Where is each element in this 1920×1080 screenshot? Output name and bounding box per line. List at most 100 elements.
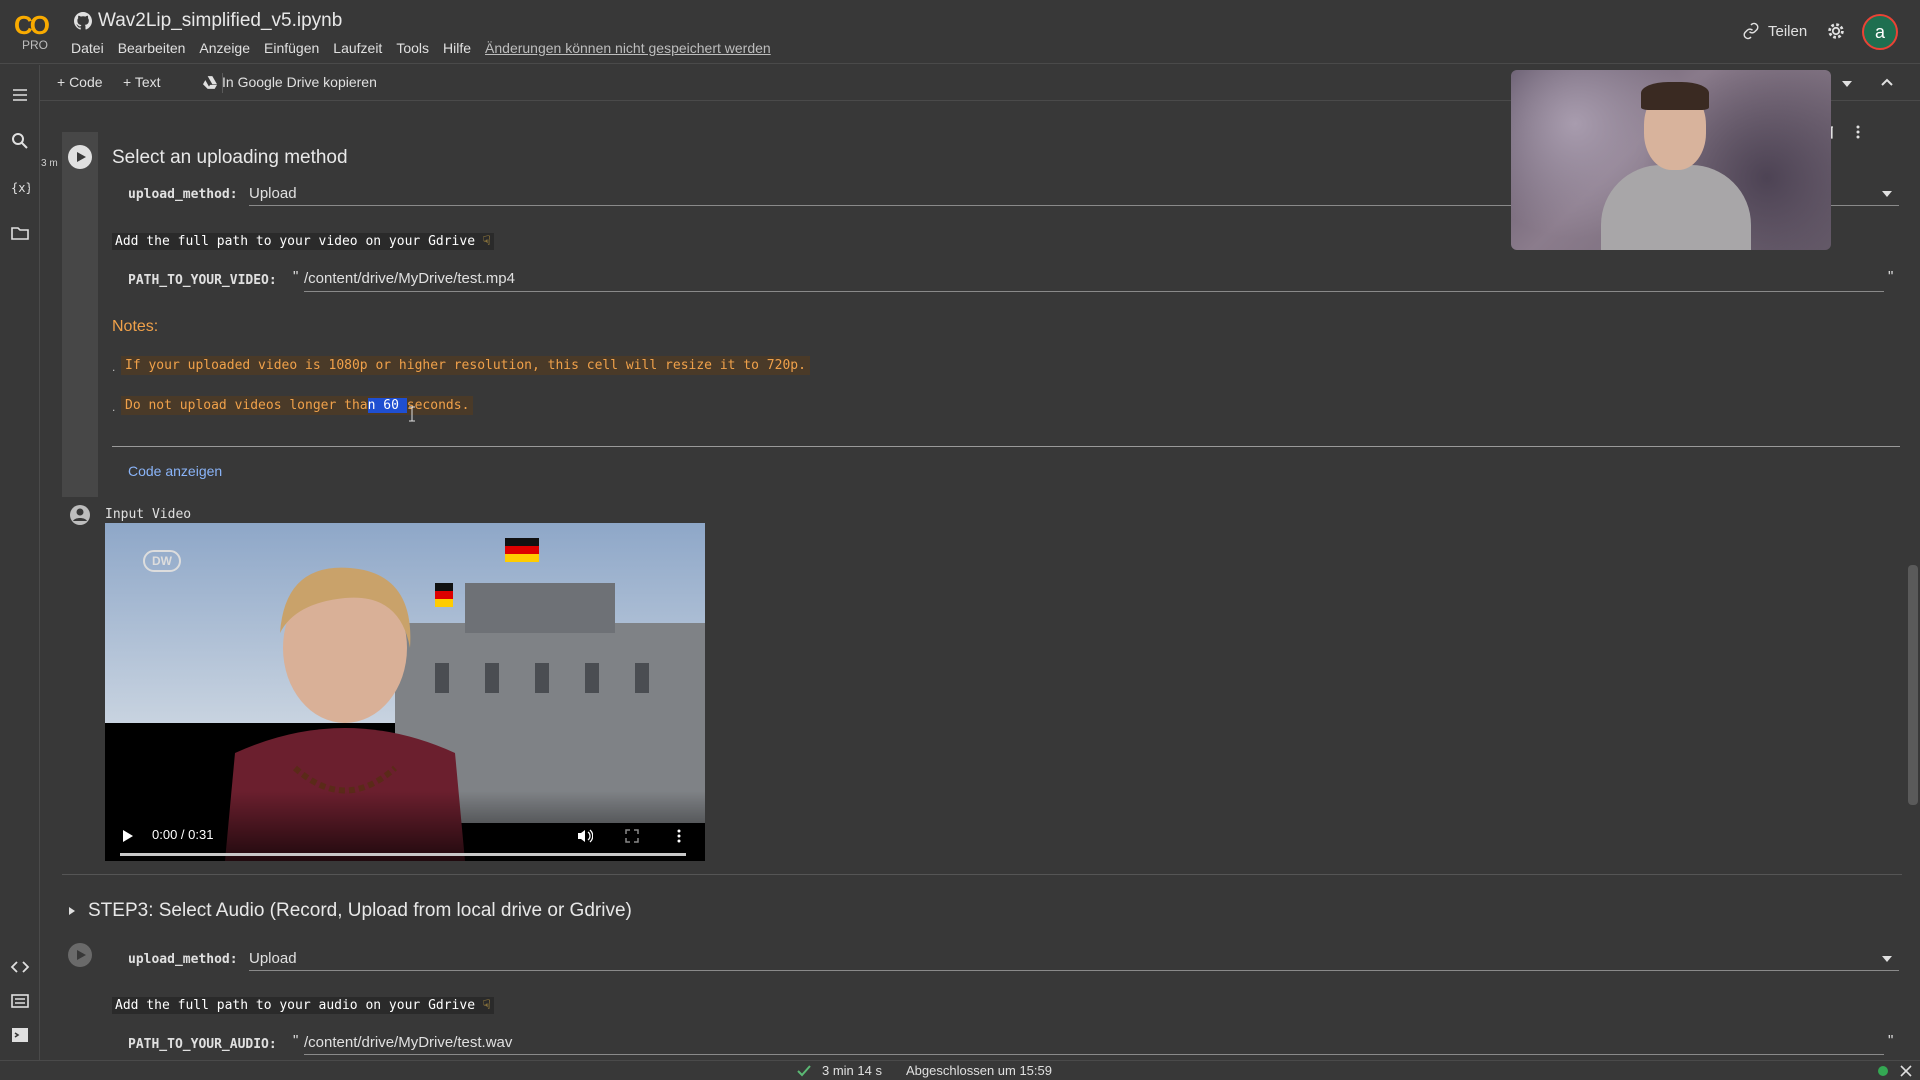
building-dome [465,583,615,633]
output-account-icon[interactable] [68,503,92,527]
video-player[interactable]: DW 0:00 / 0:31 [105,523,705,861]
command-palette-icon[interactable] [10,991,30,1011]
left-sidebar: {x} [0,65,40,1060]
video-time: 0:00 / 0:31 [152,827,214,842]
table-of-contents-icon[interactable] [10,85,30,105]
video-more-icon[interactable] [676,828,682,844]
share-button[interactable]: Teilen [1742,22,1807,40]
chevron-right-icon[interactable] [68,906,76,916]
completed-time: Abgeschlossen um 15:59 [906,1063,1052,1078]
step3-section-header[interactable]: STEP3: Select Audio (Record, Upload from… [68,900,632,922]
dw-watermark: DW [143,550,181,572]
audio-upload-method-label: upload_method: [128,952,238,967]
drive-icon [203,75,217,89]
toolbar-dropdown-caret-icon[interactable] [1842,81,1852,87]
audio-path-input[interactable]: /content/drive/MyDrive/test.wav [304,1034,512,1051]
add-code-button[interactable]: + Code [57,74,103,90]
section-divider [62,874,1902,875]
status-bar: 3 min 14 s Abgeschlossen um 15:59 [0,1060,1920,1080]
audio-path-underline [304,1054,1884,1055]
building-window [585,663,599,693]
notebook-title[interactable]: Wav2Lip_simplified_v5.ipynb [74,10,342,32]
save-warning-link[interactable]: Änderungen können nicht gespeichert werd… [485,40,771,56]
cell-gutter [62,132,98,497]
text-cursor-icon [409,406,415,422]
menu-tools[interactable]: Tools [396,40,429,56]
run-audio-cell-button[interactable] [68,943,92,967]
colab-logo[interactable]: CO PRO [14,10,56,52]
link-icon [1743,22,1759,40]
copy-to-drive-label: In Google Drive kopieren [222,74,377,90]
audio-upload-method-select[interactable]: Upload [249,950,297,967]
audio-path-hint: Add the full path to your audio on your … [112,997,494,1014]
building-window [485,663,499,693]
audio-path-label: PATH_TO_YOUR_AUDIO: [128,1037,277,1052]
audio-upload-method-dropdown-icon[interactable] [1882,956,1892,962]
note-duration: Do not upload videos longer than 60 seco… [121,396,474,415]
copy-to-drive-button[interactable]: In Google Drive kopieren [203,74,377,90]
add-text-button[interactable]: + Text [123,74,161,90]
top-bar: CO PRO Wav2Lip_simplified_v5.ipynb Datei… [0,0,1920,64]
upload-method-select[interactable]: Upload [249,185,297,202]
video-path-hint-text: Add the full path to your video on your … [115,234,476,249]
video-path-underline [304,291,1884,292]
github-icon [74,12,92,30]
building-window [635,663,649,693]
variables-icon[interactable]: {x} [10,177,30,197]
menu-laufzeit[interactable]: Laufzeit [333,40,382,56]
more-vert-icon[interactable] [1850,124,1866,140]
note-duration-text-1: Do not upload videos longer tha [125,398,368,413]
menu-hilfe[interactable]: Hilfe [443,40,471,56]
video-controls: 0:00 / 0:31 [105,791,705,861]
webcam-hoodie [1601,165,1751,250]
notes-heading: Notes: [112,318,159,335]
audio-path-hint-text: Add the full path to your audio on your … [115,998,476,1013]
menu-datei[interactable]: Datei [71,40,104,56]
menu-einfuegen[interactable]: Einfügen [264,40,319,56]
terminal-icon[interactable] [10,1025,30,1045]
note-resolution: If your uploaded video is 1080p or highe… [121,356,810,375]
logo-pro-label: PRO [22,38,49,52]
notebook-title-text: Wav2Lip_simplified_v5.ipynb [98,10,343,31]
show-code-link[interactable]: Code anzeigen [128,463,222,479]
logo-text: CO [14,10,50,40]
gear-icon[interactable] [1825,20,1847,42]
fullscreen-icon[interactable] [625,829,639,843]
audio-upload-method-underline [249,970,1899,971]
avatar[interactable]: a [1862,14,1898,50]
menu-bar: Datei Bearbeiten Anzeige Einfügen Laufze… [71,40,771,56]
run-duration: 3 min 14 s [822,1063,882,1078]
runtime-status-icon[interactable] [1878,1066,1888,1076]
video-path-open-quote: " [293,268,299,285]
building-window [535,663,549,693]
chevron-up-icon[interactable] [1880,75,1894,89]
flag-image [505,538,539,562]
svg-text:{x}: {x} [11,181,30,195]
close-icon[interactable] [1900,1065,1912,1077]
cell-exec-time: 3 m [41,158,58,169]
video-path-label: PATH_TO_YOUR_VIDEO: [128,273,277,288]
audio-path-close-quote: " [1888,1032,1894,1049]
main-scrollbar[interactable] [1908,565,1918,805]
upload-method-dropdown-icon[interactable] [1882,191,1892,197]
share-label: Teilen [1768,22,1808,40]
webcam-overlay-image [1511,70,1831,250]
search-icon[interactable] [10,131,30,151]
video-path-input[interactable]: /content/drive/MyDrive/test.mp4 [304,270,515,287]
output-label: Input Video [105,507,192,522]
folder-icon[interactable] [10,223,30,243]
pointing-hand-icon: ☟ [482,998,491,1013]
menu-anzeige[interactable]: Anzeige [199,40,250,56]
play-icon[interactable] [122,829,134,843]
video-progress-bar[interactable] [120,853,686,856]
run-cell-button[interactable] [68,145,92,169]
pointing-hand-icon: ☟ [482,234,491,249]
menu-bearbeiten[interactable]: Bearbeiten [118,40,186,56]
webcam-hair [1641,82,1709,110]
note-duration-text-2: seconds. [406,398,470,413]
volume-icon[interactable] [577,828,593,844]
code-snippets-icon[interactable] [10,957,30,977]
note-bullet-1: . [112,360,116,374]
audio-path-open-quote: " [293,1032,299,1049]
video-path-close-quote: " [1888,268,1894,285]
